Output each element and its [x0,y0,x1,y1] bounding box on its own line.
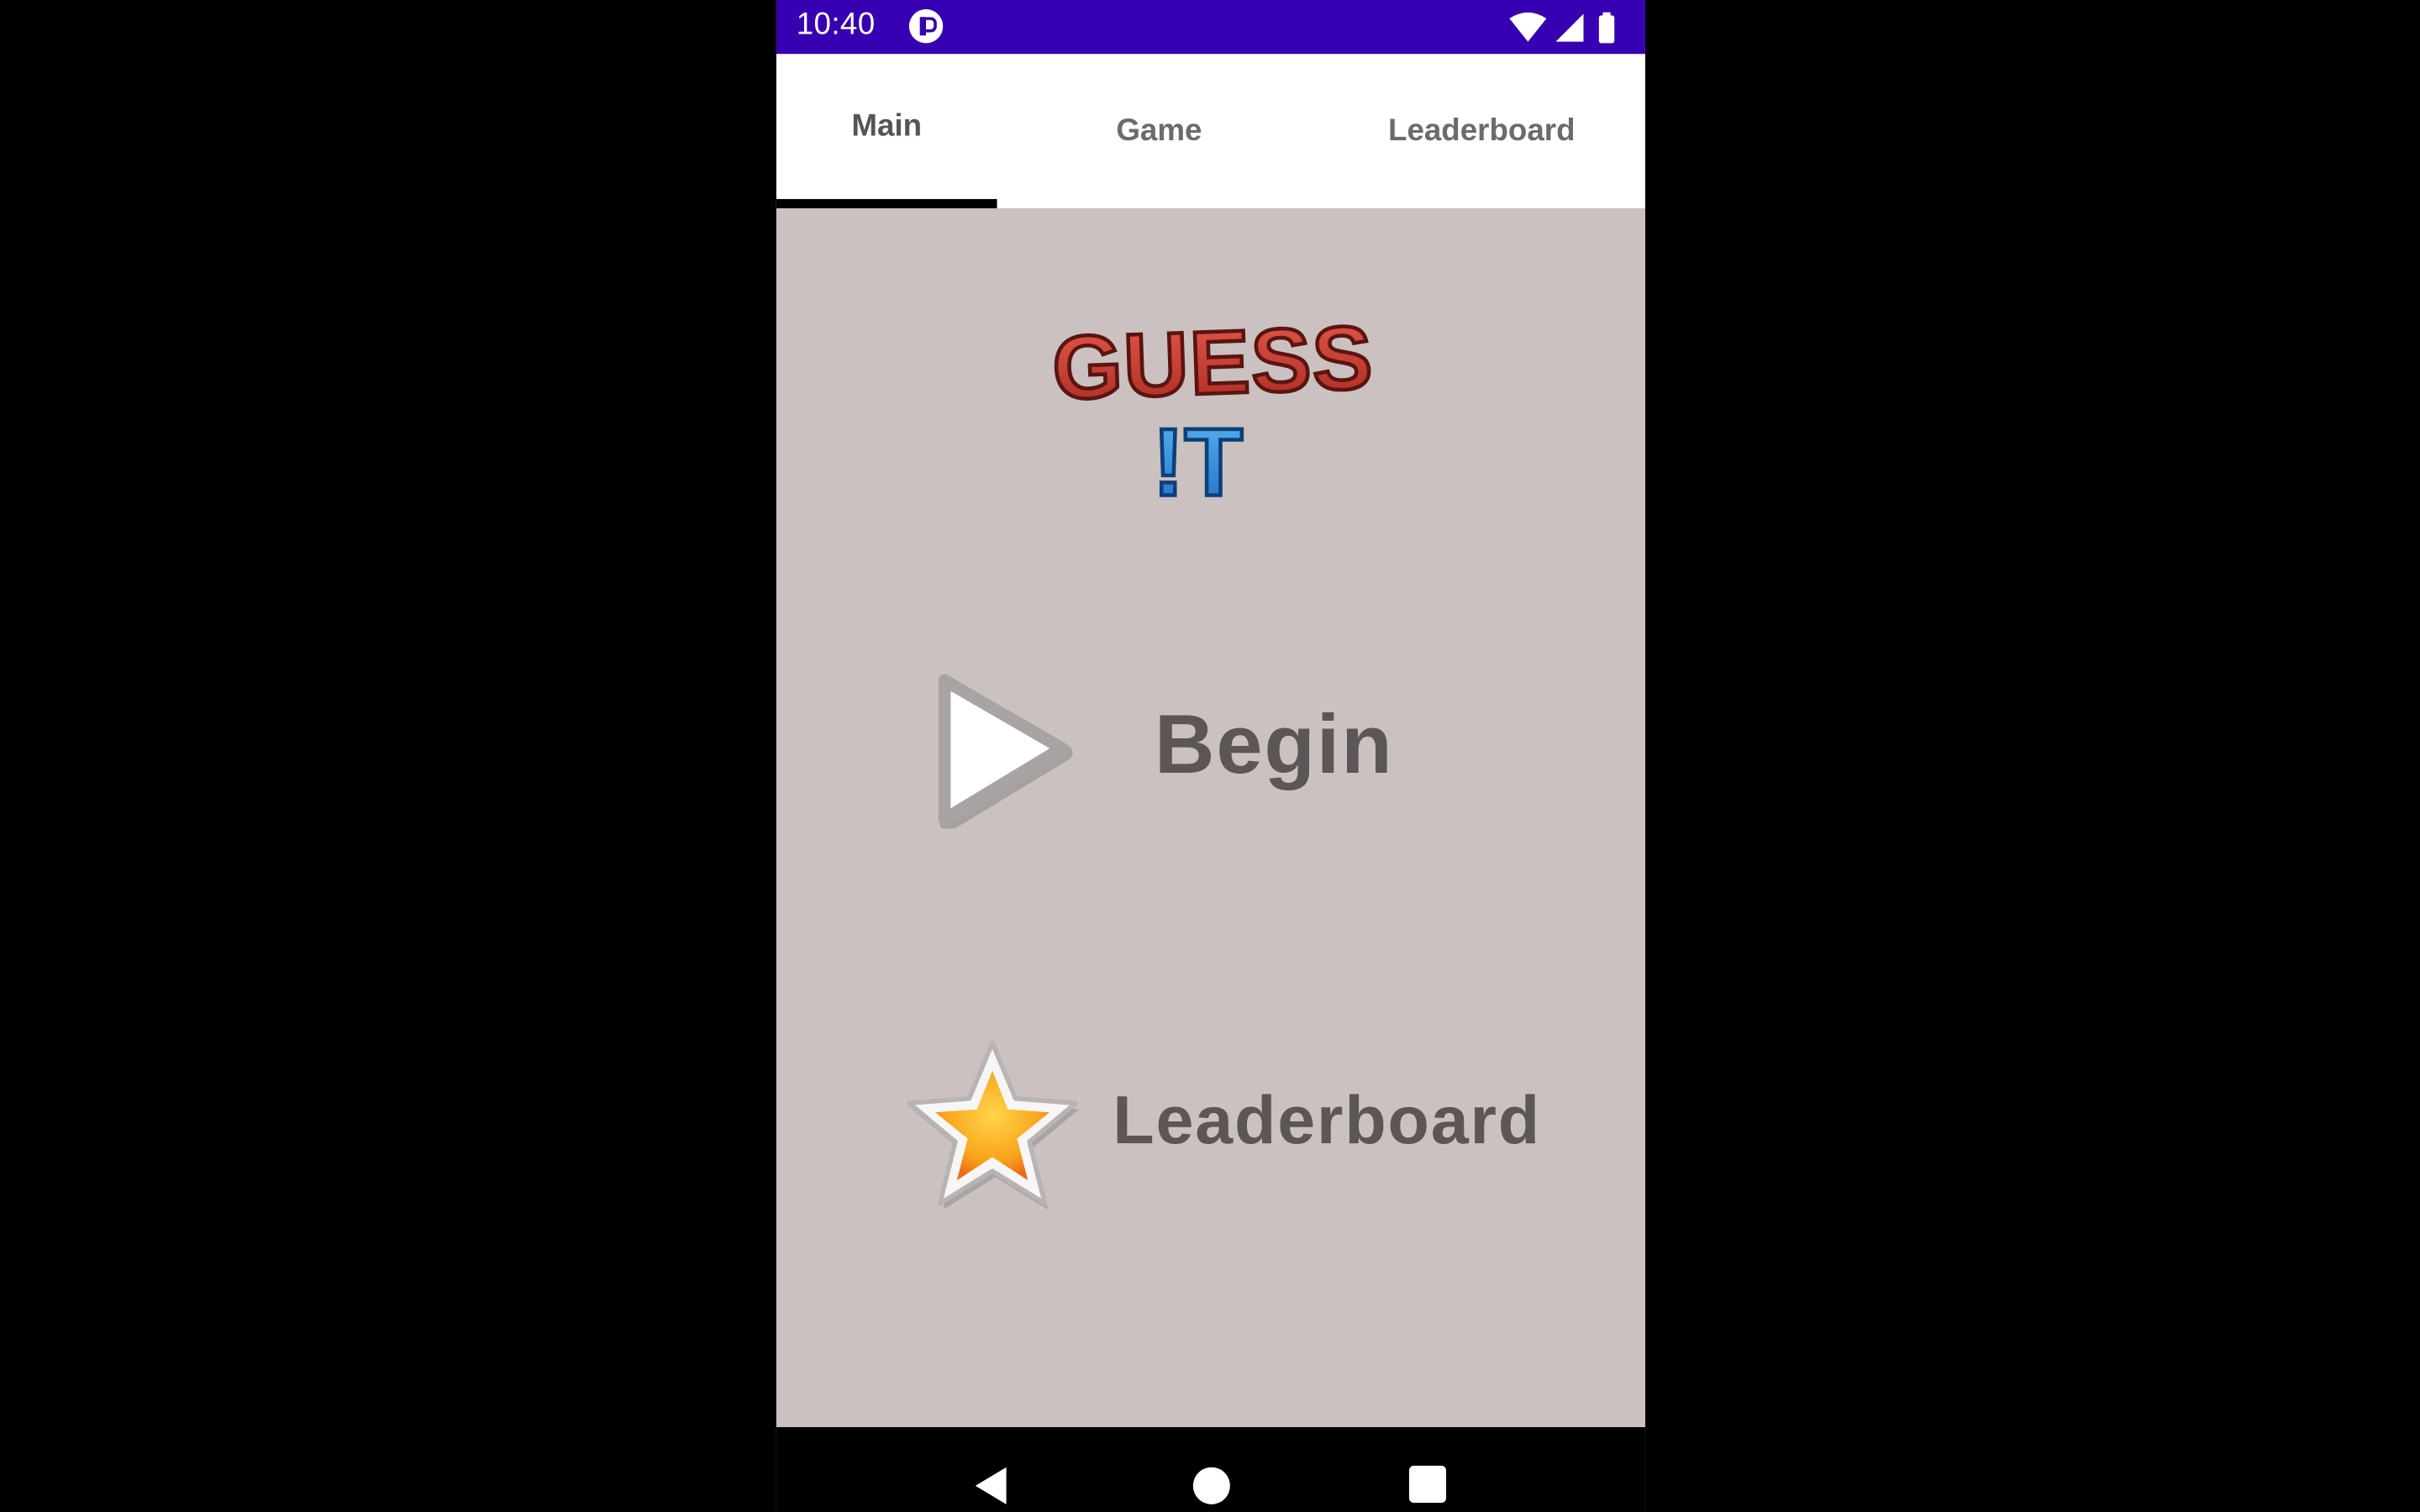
battery-icon [1598,12,1615,44]
notification-icon [908,9,944,44]
tab-main[interactable]: Main [776,54,997,208]
status-bar: 10:40 [776,0,1645,55]
star-icon [907,1040,1079,1210]
tab-selected-indicator [776,198,997,208]
guess-it-logo: GUESS !T [1049,305,1377,517]
begin-label: Begin [1154,699,1394,792]
signal-icon [1555,13,1584,42]
logo-line2: !T [1153,410,1243,517]
wifi-icon [1509,12,1547,42]
tab-leaderboard[interactable]: Leaderboard [1350,54,1612,208]
play-icon [938,674,1073,829]
home-icon[interactable] [1192,1467,1230,1504]
phone-screen: 10:40 Main Game Leaderboard GUESS !T Beg… [776,0,1645,1512]
begin-button[interactable]: Begin [923,664,1447,833]
main-content: GUESS !T Begin Leaderboard [776,207,1645,1427]
recents-icon[interactable] [1408,1465,1447,1503]
tab-bar: Main Game Leaderboard [776,54,1645,208]
navigation-bar [776,1426,1645,1512]
leaderboard-label: Leaderboard [1113,1083,1542,1159]
leaderboard-button[interactable]: Leaderboard [900,1034,1625,1227]
tab-game[interactable]: Game [1051,54,1267,208]
logo-line1: GUESS [1051,307,1376,418]
status-time: 10:40 [796,8,876,42]
back-icon[interactable] [972,1464,1009,1507]
status-icons [1509,12,1615,44]
screen: 10:40 Main Game Leaderboard GUESS !T Beg… [0,0,2420,1512]
